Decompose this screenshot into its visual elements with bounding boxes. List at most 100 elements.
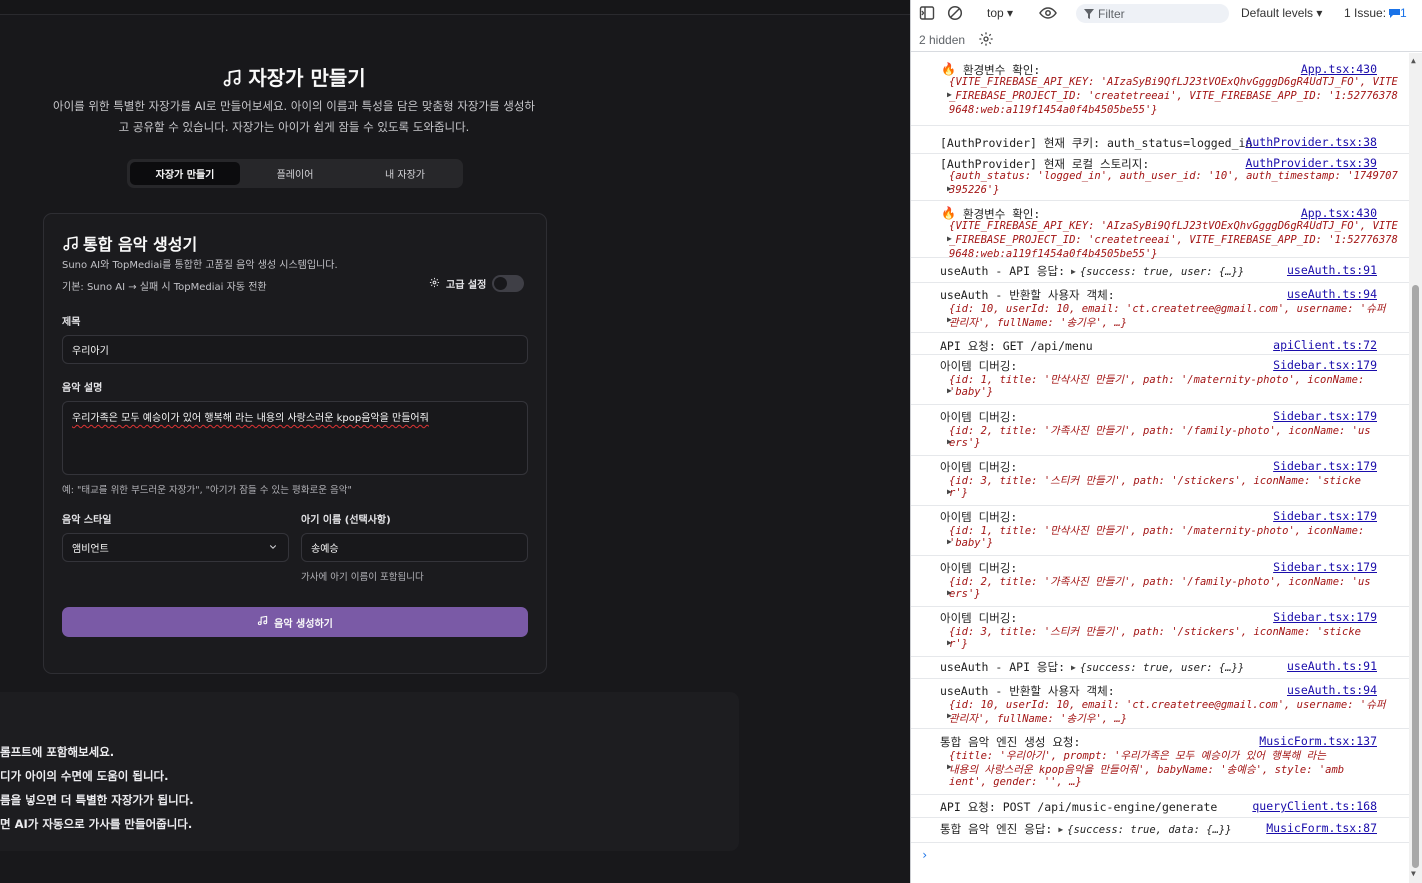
object-preview-line: {VITE_FIREBASE_API_KEY: 'AIzaSyBi9QfLJ23… (949, 220, 1398, 232)
source-link[interactable]: Sidebar.tsx:179 (1273, 509, 1377, 523)
inline-object[interactable]: {success: true, data: {…}} (1067, 824, 1231, 836)
source-link[interactable]: Sidebar.tsx:179 (1273, 459, 1377, 473)
music-style-select[interactable]: 앰비언트 (62, 533, 289, 562)
expand-triangle-icon[interactable]: ▶ (947, 487, 952, 496)
filter-input[interactable]: Filter (1076, 4, 1229, 23)
console-message: API 요청: GET /api/menu (940, 339, 1093, 353)
inline-object[interactable]: {success: true, user: {…}} (1080, 266, 1244, 278)
object-preview-line: {id: 2, title: '가족사진 만들기', path: '/famil… (949, 425, 1371, 437)
expand-triangle-icon[interactable]: ▶ (1071, 663, 1076, 672)
generate-music-button[interactable]: 음악 생성하기 (62, 607, 528, 637)
expand-triangle-icon[interactable]: ▶ (947, 638, 952, 647)
eye-icon[interactable] (1039, 5, 1057, 24)
source-link[interactable]: Sidebar.tsx:179 (1273, 560, 1377, 574)
console-entry: 아이템 디버깅: Sidebar.tsx:179 {id: 1, title: '만… (911, 507, 1409, 556)
object-preview-line: {id: 2, title: '가족사진 만들기', path: '/famil… (949, 576, 1371, 588)
tab-bar: 자장가 만들기 플레이어 내 자장가 (127, 159, 463, 188)
music-style-label: 음악 스타일 (62, 515, 112, 526)
issues-counter[interactable]: 1 Issue: 1 (1344, 6, 1407, 20)
scroll-thumb[interactable] (1412, 285, 1419, 868)
console-entry: 아이템 디버깅: Sidebar.tsx:179 {id: 1, title: '만… (911, 356, 1409, 405)
object-preview-line: ers'} (949, 437, 981, 449)
source-link[interactable]: AuthProvider.tsx:38 (1245, 135, 1377, 149)
description-hint: 예: "태교를 위한 부드러운 자장가", "아기가 잠들 수 있는 평화로운 … (62, 485, 352, 496)
source-link[interactable]: apiClient.ts:72 (1273, 338, 1377, 352)
source-link[interactable]: App.tsx:430 (1301, 62, 1377, 76)
filter-placeholder: Filter (1098, 6, 1125, 21)
expand-triangle-icon[interactable]: ▶ (947, 537, 952, 546)
context-selector[interactable]: top ▾ (987, 6, 1013, 20)
expand-triangle-icon[interactable]: ▶ (947, 234, 952, 243)
expand-triangle-icon[interactable]: ▶ (947, 386, 952, 395)
object-preview-line: 'baby'} (949, 537, 994, 549)
inline-object[interactable]: {success: true, user: {…}} (1080, 662, 1244, 674)
object-preview-line: 395226'} (949, 184, 1000, 196)
title-input[interactable]: 우리아기 (62, 335, 528, 364)
expand-triangle-icon[interactable]: ▶ (947, 762, 952, 771)
source-link[interactable]: MusicForm.tsx:87 (1266, 821, 1377, 835)
source-link[interactable]: useAuth.ts:91 (1287, 263, 1377, 277)
sidebar-toggle-icon[interactable] (919, 5, 935, 24)
tip-item: 면 AI가 자동으로 가사를 만들어줍니다. (0, 817, 193, 831)
object-preview-line: 내용의 사랑스러운 kpop음악을 만들어줘', babyName: '송예승'… (949, 764, 1345, 776)
console-message: API 요청: POST /api/music-engine/generate (940, 800, 1218, 814)
tab-my-lullabies[interactable]: 내 자장가 (350, 162, 460, 185)
issue-badge: 1 (1389, 6, 1407, 20)
baby-name-hint: 가사에 아기 이름이 포함됩니다 (301, 572, 424, 583)
console-entry: 🔥 환경변수 확인: App.tsx:430 {VITE_FIREBASE_API_K… (911, 60, 1409, 126)
music-style-value: 앰비언트 (72, 544, 109, 555)
app-panel: 자장가 만들기 아이를 위한 특별한 자장가를 AI로 만들어보세요. 아이의 … (0, 0, 910, 883)
music-generator-card: 통합 음악 생성기 Suno AI와 TopMediai를 통합한 고품질 음악… (43, 213, 547, 674)
tab-player[interactable]: 플레이어 (240, 162, 350, 185)
scroll-down-icon[interactable]: ▼ (1411, 869, 1416, 878)
description-line-1: 아이를 위한 특별한 자장가를 AI로 만들어보세요. 아이의 이름과 특성을 … (53, 99, 535, 113)
source-link[interactable]: Sidebar.tsx:179 (1273, 358, 1377, 372)
music-note-icon (257, 615, 268, 629)
expand-triangle-icon[interactable]: ▶ (947, 315, 952, 324)
generate-music-label: 음악 생성하기 (274, 618, 333, 630)
expand-triangle-icon[interactable]: ▶ (1071, 267, 1076, 276)
clear-console-icon[interactable] (947, 5, 963, 24)
description-textarea[interactable]: 우리가족은 모두 예승이가 있어 행복해 라는 내용의 사랑스러운 kpop음악… (62, 401, 528, 475)
expand-triangle-icon[interactable]: ▶ (947, 711, 952, 720)
source-link[interactable]: useAuth.ts:94 (1287, 287, 1377, 301)
hidden-count: 2 hidden (919, 33, 966, 47)
object-preview-line: ient', gender: '', …} (949, 776, 1082, 788)
source-link[interactable]: Sidebar.tsx:179 (1273, 409, 1377, 423)
issues-label: 1 Issue: (1344, 6, 1387, 20)
source-link[interactable]: useAuth.ts:94 (1287, 683, 1377, 697)
source-link[interactable]: useAuth.ts:91 (1287, 659, 1377, 673)
advanced-settings: 고급 설정 (429, 275, 525, 292)
gear-icon (429, 277, 440, 291)
expand-triangle-icon[interactable]: ▶ (1058, 825, 1063, 834)
advanced-settings-toggle[interactable] (492, 275, 525, 292)
console-entry: 아이템 디버깅: Sidebar.tsx:179 {id: 2, title: '가… (911, 407, 1409, 456)
expand-triangle-icon[interactable]: ▶ (947, 588, 952, 597)
object-preview-line: {id: 10, userId: 10, email: 'ct.createtr… (949, 699, 1386, 711)
console-entry: 아이템 디버깅: Sidebar.tsx:179 {id: 3, title: '스… (911, 608, 1409, 657)
object-preview-line: {title: '우리아기', prompt: '우리가족은 모두 예승이가 있… (949, 750, 1326, 762)
source-link[interactable]: MusicForm.tsx:137 (1259, 734, 1377, 748)
chevron-down-icon (268, 542, 278, 555)
expand-triangle-icon[interactable]: ▶ (947, 184, 952, 193)
source-link[interactable]: App.tsx:430 (1301, 206, 1377, 220)
console-entry: [AuthProvider] 현재 로컬 스토리지: AuthProvider.t… (911, 154, 1409, 201)
object-preview-line: {id: 3, title: '스티커 만들기', path: '/sticke… (949, 626, 1361, 638)
source-link[interactable]: queryClient.ts:168 (1252, 799, 1377, 813)
object-preview-line: {VITE_FIREBASE_API_KEY: 'AIzaSyBi9QfLJ23… (949, 76, 1398, 88)
baby-name-input[interactable]: 송예승 (301, 533, 528, 562)
console-scrollbar[interactable]: ▲ ▼ (1409, 53, 1422, 883)
object-preview-line: {id: 3, title: '스티커 만들기', path: '/sticke… (949, 475, 1361, 487)
console-prompt-icon[interactable]: › (921, 848, 928, 862)
object-preview-line: {id: 1, title: '만삭사진 만들기', path: '/mater… (949, 525, 1365, 537)
log-levels-dropdown[interactable]: Default levels ▾ (1241, 6, 1322, 20)
object-preview-line: {auth_status: 'logged_in', auth_user_id:… (949, 170, 1398, 182)
tip-item: 름을 넣으면 더 특별한 자장가가 됩니다. (0, 793, 194, 807)
gear-icon[interactable] (978, 31, 994, 50)
tab-create-lullaby[interactable]: 자장가 만들기 (130, 162, 240, 185)
source-link[interactable]: AuthProvider.tsx:39 (1245, 156, 1377, 170)
expand-triangle-icon[interactable]: ▶ (947, 90, 952, 99)
source-link[interactable]: Sidebar.tsx:179 (1273, 610, 1377, 624)
expand-triangle-icon[interactable]: ▶ (947, 437, 952, 446)
scroll-up-icon[interactable]: ▲ (1411, 56, 1416, 65)
